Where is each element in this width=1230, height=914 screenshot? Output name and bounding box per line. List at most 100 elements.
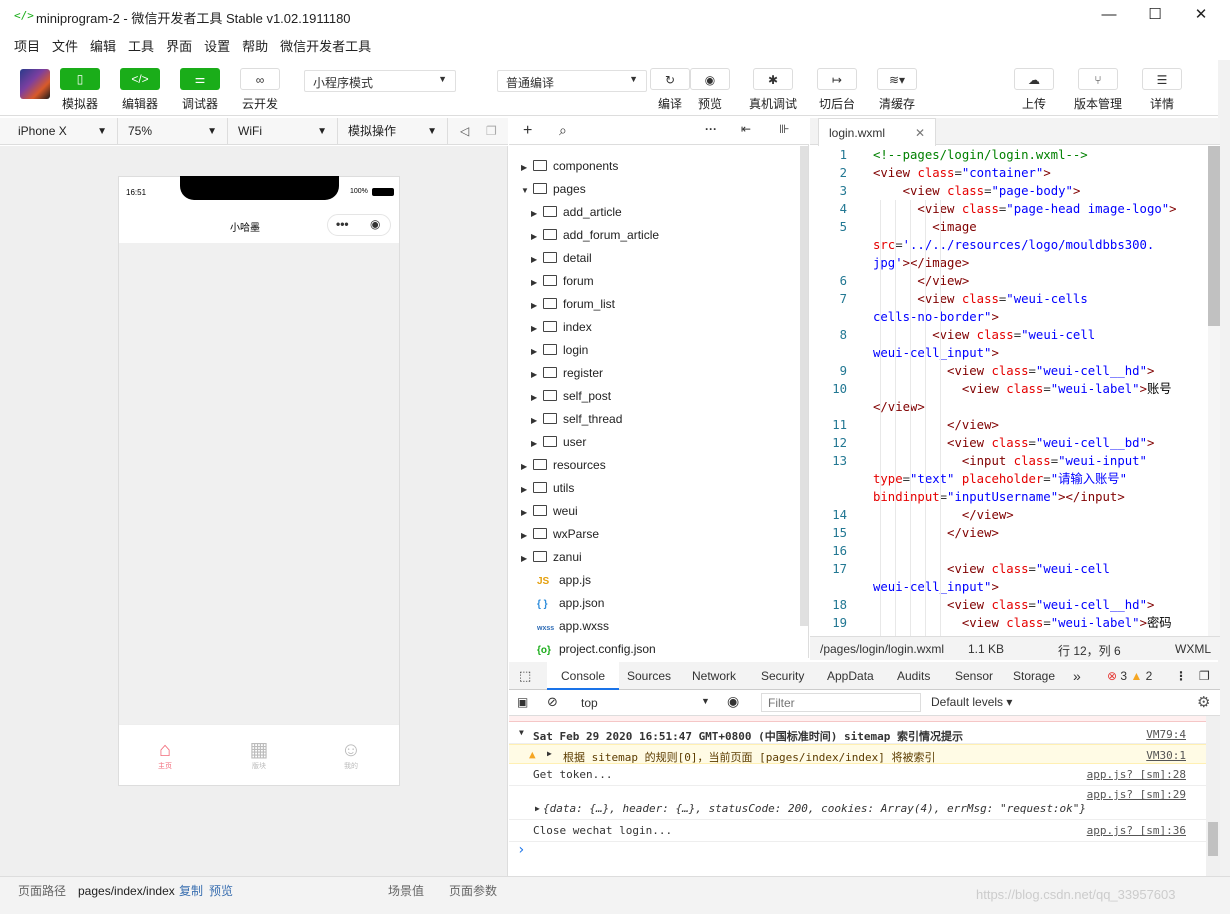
zoom-select[interactable]: 75% ▼ (118, 118, 228, 145)
folder-item[interactable]: ▶ wxParse (521, 523, 599, 546)
caret-right-icon[interactable]: ▶ (521, 478, 531, 501)
console-row-obj[interactable]: ▶ {data: {…}, header: {…}, statusCode: 20… (509, 786, 1206, 820)
code-line[interactable]: bindinput="inputUsername"></input> (810, 488, 1208, 506)
device-select[interactable]: iPhone X ▼ (8, 118, 118, 145)
code-line[interactable]: 1 <!--pages/login/login.wxml--> (810, 146, 1208, 164)
devtools-tab-sources[interactable]: Sources (627, 662, 671, 690)
clear-cache-button[interactable]: ≋▾ 清缓存 (877, 68, 917, 112)
kebab-menu-icon[interactable]: ⋮ (1175, 662, 1187, 690)
add-icon[interactable]: + (523, 122, 532, 140)
code-line[interactable]: type="text" placeholder="请输入账号" (810, 470, 1208, 488)
sidebar-toggle-icon[interactable]: ▣ (517, 695, 528, 709)
preview-button[interactable]: ◉ 预览 (690, 68, 730, 112)
caret-right-icon[interactable]: ▶ (531, 202, 541, 225)
clear-console-icon[interactable]: ⊘ (547, 694, 558, 710)
compile-button[interactable]: ↻ 编译 (650, 68, 690, 112)
code-line[interactable]: 19 <view class="weui-label">密码 (810, 614, 1208, 632)
details-button[interactable]: ☰ 详情 (1142, 68, 1182, 112)
menu-item[interactable]: 工具 (128, 32, 154, 55)
editor-tab-login-wxml[interactable]: login.wxml ✕ (818, 118, 936, 146)
code-line[interactable]: </view> (810, 398, 1208, 416)
folder-item[interactable]: ▶ forum_list (531, 293, 615, 316)
caret-right-icon[interactable]: ▶ (521, 455, 531, 478)
gear-icon[interactable]: ⚙ (1197, 693, 1210, 711)
upload-button[interactable]: ☁ 上传 (1014, 68, 1054, 112)
folder-item[interactable]: ▶ index (531, 316, 592, 339)
compile-mode-select[interactable]: 普通编译 ▼ (497, 70, 647, 92)
preview-link[interactable]: 预览 (209, 877, 233, 905)
version-button[interactable]: ⑂ 版本管理 (1072, 68, 1124, 112)
folder-item[interactable]: ▶ add_forum_article (531, 224, 659, 247)
folder-item[interactable]: ▶ login (531, 339, 588, 362)
code-line[interactable]: 2 <view class="container"> (810, 164, 1208, 182)
cloud-dev-button[interactable]: ∞ 云开发 (240, 68, 280, 112)
phone-tab[interactable]: ☺ 我的 (331, 739, 371, 771)
code-line[interactable]: 12 <view class="weui-cell__bd"> (810, 434, 1208, 452)
caret-right-icon[interactable]: ▶ (531, 225, 541, 248)
debugger-button[interactable]: ⚌ 调试器 (180, 68, 220, 112)
folder-item[interactable]: ▼ pages (521, 178, 586, 201)
caret-right-icon[interactable]: ▶ (535, 804, 540, 813)
folder-item[interactable]: ▶ components (521, 155, 618, 178)
scene-button[interactable]: 场景值 (388, 877, 424, 905)
menu-item[interactable]: 微信开发者工具 (280, 32, 371, 55)
folder-item[interactable]: ▶ register (531, 362, 603, 385)
menu-item[interactable]: 界面 (166, 32, 192, 55)
caret-right-icon[interactable]: ▶ (531, 271, 541, 294)
caret-right-icon[interactable]: ▶ (531, 386, 541, 409)
phone-tab[interactable]: ⌂ 主页 (145, 739, 185, 771)
code-line[interactable]: 5 <image (810, 218, 1208, 236)
eye-icon[interactable]: ◉ (727, 693, 739, 710)
context-select[interactable]: top ▼ (573, 693, 713, 712)
editor-button[interactable]: </> 编辑器 (120, 68, 160, 112)
caret-right-icon[interactable]: ▶ (521, 524, 531, 547)
folder-item[interactable]: ▶ detail (531, 247, 592, 270)
folder-item[interactable]: ▶ zanui (521, 546, 582, 569)
folder-item[interactable]: ▶ self_post (531, 385, 611, 408)
menu-item[interactable]: 帮助 (242, 32, 268, 55)
console-row-log[interactable]: Get token... app.js? [sm]:28 (509, 764, 1206, 786)
console-scrollbar[interactable] (1206, 716, 1220, 876)
devtools-tab-storage[interactable]: Storage (1013, 662, 1055, 690)
caret-right-icon[interactable]: ▶ (547, 749, 552, 758)
menu-item[interactable]: 项目 (14, 32, 40, 55)
folder-item[interactable]: ▶ add_article (531, 201, 622, 224)
error-count-badge[interactable]: ⊗ 3 ▲ 2 (1107, 662, 1152, 690)
code-line[interactable]: 3 <view class="page-body"> (810, 182, 1208, 200)
file-item[interactable]: wxss app.wxss (521, 615, 609, 638)
close-button[interactable]: ✕ (1178, 0, 1224, 30)
code-line[interactable]: src='../../resources/logo/mouldbbs300. (810, 236, 1208, 254)
minimize-button[interactable]: — (1086, 0, 1132, 30)
capsule-button[interactable]: ••• ◉ (327, 214, 391, 236)
console-scroll-thumb[interactable] (1208, 822, 1218, 856)
code-line[interactable]: 18 <view class="weui-cell__hd"> (810, 596, 1208, 614)
code-line[interactable]: 9 <view class="weui-cell__hd"> (810, 362, 1208, 380)
collapse-icon[interactable]: ⇤ (741, 122, 751, 136)
console-filter-input[interactable] (761, 693, 921, 712)
code-line[interactable]: 14 </view> (810, 506, 1208, 524)
close-mp-icon[interactable]: ◉ (370, 217, 380, 231)
caret-right-icon[interactable]: ▶ (531, 294, 541, 317)
phone-tab[interactable]: ▦ 版块 (239, 739, 279, 771)
devtools-tab-network[interactable]: Network (692, 662, 736, 690)
folder-item[interactable]: ▶ utils (521, 477, 574, 500)
devtools-tab-audits[interactable]: Audits (897, 662, 930, 690)
console-row-group[interactable]: ▼ Sat Feb 29 2020 16:51:47 GMT+0800 (中国标准… (509, 724, 1206, 744)
real-device-debug-button[interactable]: ✱ 真机调试 (748, 68, 798, 112)
folder-item[interactable]: ▶ user (531, 431, 586, 454)
operation-select[interactable]: 模拟操作 ▼ (338, 118, 448, 145)
caret-right-icon[interactable]: ▶ (531, 363, 541, 386)
caret-right-icon[interactable]: ▶ (531, 409, 541, 432)
mode-select[interactable]: 小程序模式 ▼ (304, 70, 456, 92)
caret-right-icon[interactable]: ▶ (531, 340, 541, 363)
inspect-icon[interactable]: ⬚ (519, 668, 531, 684)
more-tabs-icon[interactable]: » (1073, 662, 1081, 690)
background-button[interactable]: ↦ 切后台 (817, 68, 857, 112)
code-line[interactable]: weui-cell_input"> (810, 578, 1208, 596)
file-tree-scrollbar[interactable] (800, 146, 808, 626)
source-link[interactable]: VM30:1 (1146, 749, 1186, 762)
code-line[interactable]: 8 <view class="weui-cell (810, 326, 1208, 344)
menu-item[interactable]: 编辑 (90, 32, 116, 55)
code-line[interactable]: 6 </view> (810, 272, 1208, 290)
file-item[interactable]: { } app.json (521, 592, 604, 615)
